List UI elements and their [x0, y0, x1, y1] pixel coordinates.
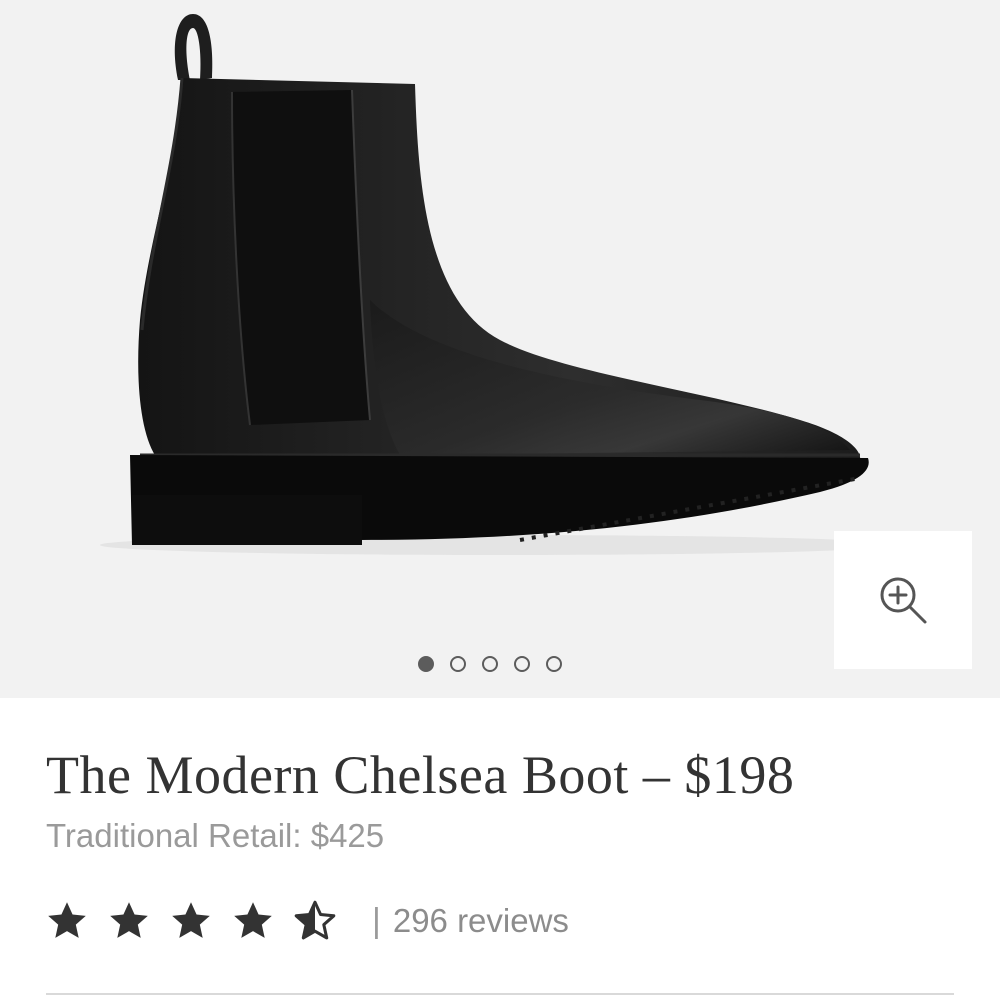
gallery-dot-4[interactable] — [514, 656, 530, 672]
star-full-icon — [110, 902, 148, 938]
traditional-retail-price: Traditional Retail: $425 — [46, 817, 385, 854]
gallery-dot-5[interactable] — [546, 656, 562, 672]
zoom-button[interactable] — [834, 531, 972, 669]
zoom-in-icon — [880, 577, 927, 624]
product-gallery[interactable] — [0, 0, 1000, 698]
rating-separator: | — [372, 901, 381, 940]
product-page: The Modern Chelsea Boot – $198 Tradition… — [0, 0, 1000, 1000]
product-info: The Modern Chelsea Boot – $198 Tradition… — [0, 698, 1000, 1000]
product-title: The Modern Chelsea Boot – $198 — [46, 745, 795, 805]
reviews-link[interactable]: 296 reviews — [393, 902, 569, 940]
gallery-dot-1[interactable] — [418, 656, 434, 672]
star-full-icon — [234, 902, 272, 938]
gallery-dot-3[interactable] — [482, 656, 498, 672]
star-full-icon — [48, 902, 86, 938]
star-half-icon — [294, 900, 336, 940]
section-divider — [46, 993, 954, 995]
product-rating[interactable]: | 296 reviews — [44, 896, 569, 946]
star-full-icon — [172, 902, 210, 938]
gallery-pagination — [418, 654, 562, 674]
gallery-dot-2[interactable] — [450, 656, 466, 672]
